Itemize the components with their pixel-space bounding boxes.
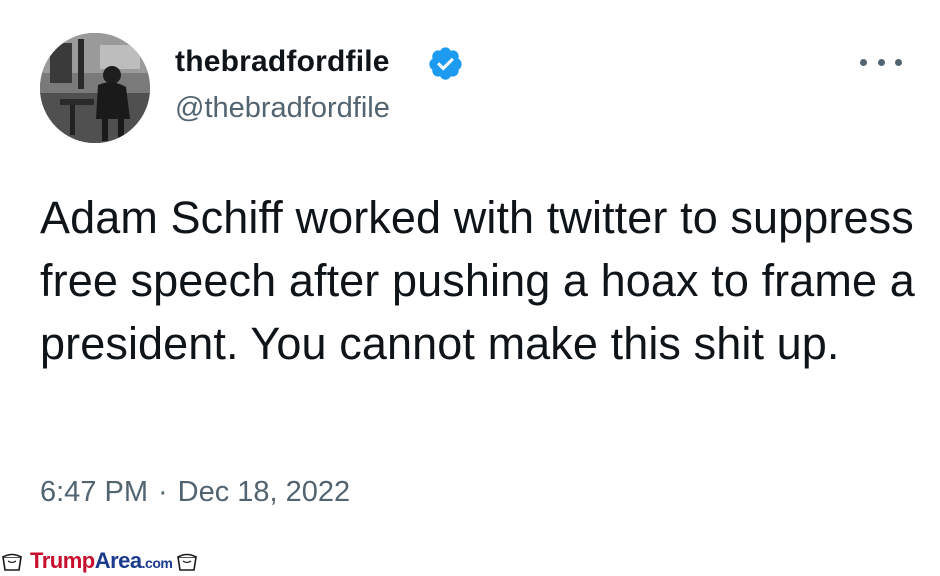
tweet-time[interactable]: 6:47 PM	[40, 476, 148, 508]
watermark: TrumpArea.com	[0, 546, 300, 576]
tweet-timestamp[interactable]: 6:47 PM · Dec 18, 2022	[40, 476, 350, 509]
tweet-text: Adam Schiff worked with twitter to suppr…	[40, 192, 915, 369]
more-dot	[895, 58, 902, 66]
more-dot	[860, 58, 867, 66]
watermark-text: TrumpArea.com	[30, 548, 173, 574]
cup-icon	[177, 553, 198, 571]
watermark-area: Area	[94, 548, 142, 573]
more-dot	[877, 58, 885, 66]
tweet-card: thebradfordfile @thebradfordfile Adam Sc…	[0, 0, 940, 545]
avatar[interactable]	[40, 33, 150, 143]
display-name[interactable]: thebradfordfile	[175, 45, 390, 79]
avatar-photo	[40, 33, 150, 143]
watermark-com: .com	[141, 555, 173, 571]
tweet-date[interactable]: Dec 18, 2022	[178, 476, 351, 508]
timestamp-separator: ·	[158, 476, 168, 508]
user-handle[interactable]: @thebradfordfile	[175, 92, 390, 125]
verified-badge-icon	[429, 47, 462, 80]
more-options-icon[interactable]	[860, 50, 902, 74]
cup-icon	[2, 553, 22, 571]
watermark-trump: Trump	[30, 548, 95, 573]
